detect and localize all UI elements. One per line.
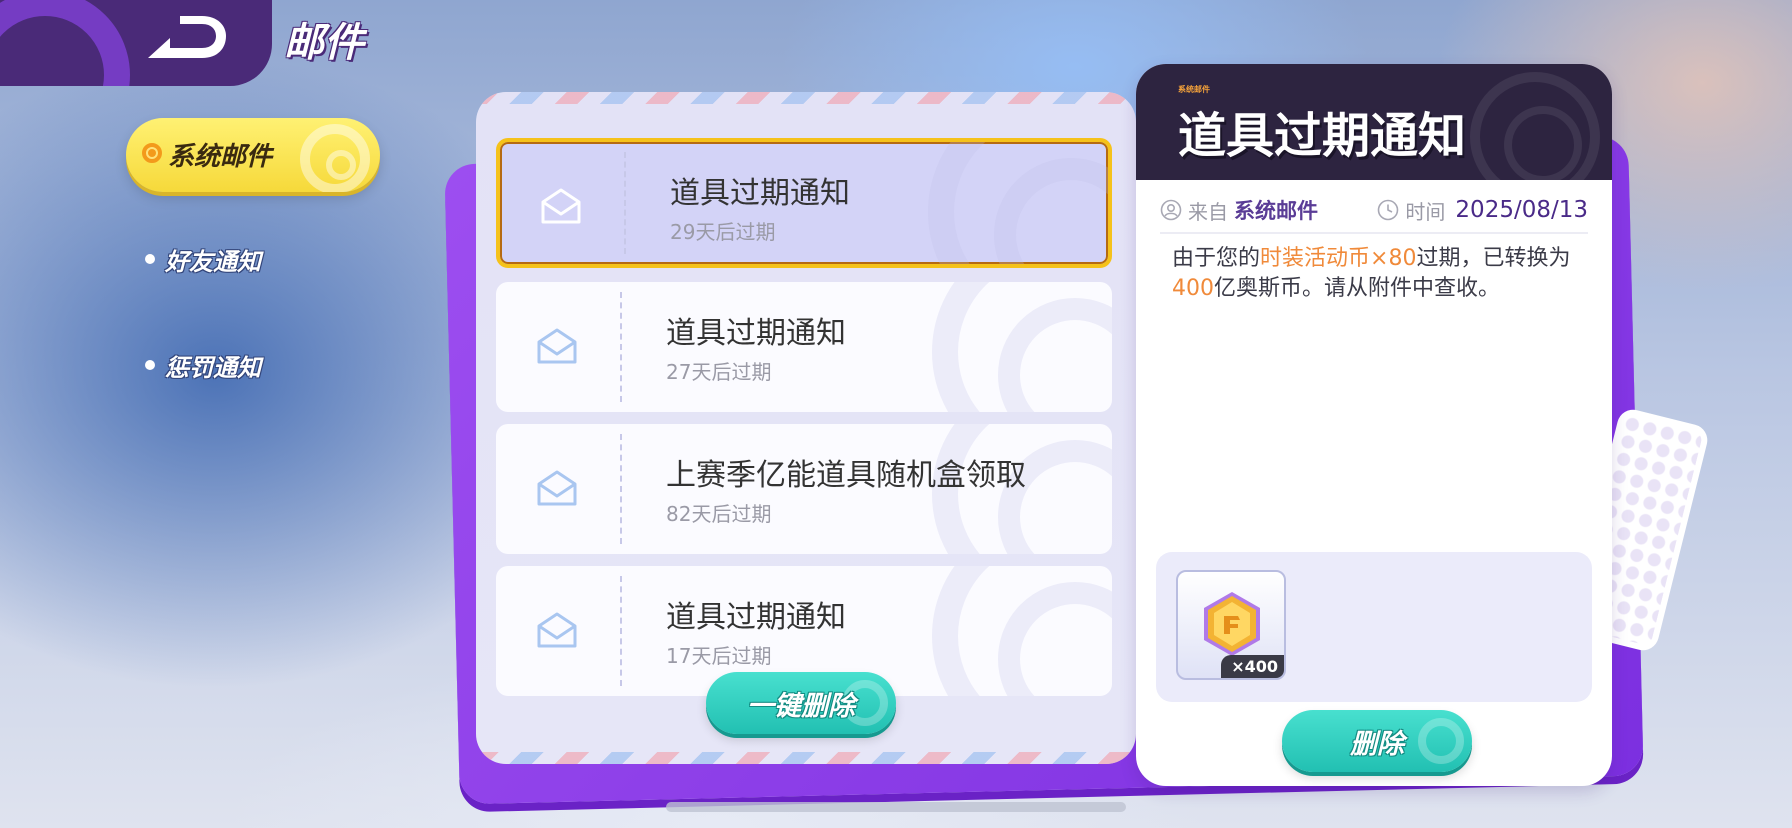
mail-title: 上赛季亿能道具随机盒领取 — [666, 458, 1026, 493]
rings-decoration — [932, 566, 1112, 696]
detail-title: 道具过期通知 — [1178, 108, 1467, 164]
attachment-box: ×400 — [1156, 552, 1592, 702]
rings-decoration — [1470, 72, 1600, 180]
dashed-divider — [620, 292, 622, 402]
tab-system-mail[interactable]: 系统邮件 — [126, 118, 380, 192]
time-value: 2025/08/13 — [1455, 197, 1588, 223]
time-label: 时间 — [1405, 199, 1446, 224]
body-text: 亿奥斯币。请从附件中查收。 — [1214, 276, 1501, 301]
mail-title: 道具过期通知 — [666, 600, 846, 635]
pokeball-decoration-icon — [1418, 718, 1464, 764]
pokeball-decoration-icon — [300, 124, 370, 192]
tab-penalty-notice[interactable]: 惩罚通知 — [145, 348, 261, 382]
clock-icon — [1378, 199, 1399, 221]
header-bar — [0, 0, 272, 86]
mail-expire: 82天后过期 — [666, 502, 772, 526]
envelope-open-icon — [537, 612, 577, 648]
rings-decoration — [932, 282, 1112, 412]
bullet-icon — [145, 360, 155, 370]
attachment-item[interactable]: ×400 — [1176, 570, 1286, 680]
detail-header: 系统邮件 道具过期通知 — [1136, 64, 1612, 180]
mail-body: 由于您的时装活动币×80过期，已转换为 400亿奥斯币。请从附件中查收。 — [1172, 244, 1582, 304]
mail-expire: 17天后过期 — [666, 644, 772, 668]
envelope-open-icon — [541, 188, 581, 224]
dashed-divider — [624, 152, 626, 254]
pokeball-icon — [142, 143, 162, 163]
mail-expire: 29天后过期 — [670, 220, 776, 244]
airmail-border — [476, 752, 1136, 764]
delete-button[interactable]: 删除 — [1282, 710, 1472, 772]
scrollbar[interactable] — [666, 802, 1126, 812]
tab-label: 好友通知 — [165, 247, 261, 276]
mail-detail-panel: 系统邮件 道具过期通知 来自 系统邮件 时间 2025/08/13 由于您的时装… — [1136, 64, 1612, 786]
tab-label: 惩罚通知 — [165, 353, 261, 382]
meta-row: 来自 系统邮件 时间 2025/08/13 — [1160, 188, 1588, 234]
from-value: 系统邮件 — [1234, 199, 1318, 223]
back-button[interactable] — [140, 14, 232, 66]
body-text: 由于您的 — [1172, 246, 1261, 271]
mail-title: 道具过期通知 — [666, 316, 846, 351]
page-title: 邮件 — [284, 20, 364, 66]
body-highlight: 时装活动币×80 — [1260, 246, 1417, 271]
mail-item[interactable]: 道具过期通知 29天后过期 — [496, 138, 1112, 268]
rings-decoration — [928, 142, 1108, 264]
detail-tag: 系统邮件 — [1178, 85, 1210, 94]
dashed-divider — [620, 576, 622, 686]
from-label: 来自 — [1188, 199, 1228, 224]
tab-friend-notice[interactable]: 好友通知 — [145, 242, 261, 276]
button-label: 一键删除 — [747, 690, 855, 722]
mail-list[interactable]: 道具过期通知 29天后过期 道具过期通知 27天后过期 上赛季亿能道具随机盒领取… — [496, 138, 1112, 742]
tab-label: 系统邮件 — [168, 142, 273, 172]
attachment-quantity: ×400 — [1221, 655, 1284, 678]
header-decoration — [0, 0, 130, 86]
mail-item[interactable]: 上赛季亿能道具随机盒领取 82天后过期 — [496, 424, 1112, 554]
mail-item[interactable]: 道具过期通知 27天后过期 — [496, 282, 1112, 412]
airmail-border — [476, 92, 1136, 104]
delete-all-button[interactable]: 一键删除 — [706, 672, 896, 734]
body-highlight: 400 — [1172, 276, 1214, 301]
mail-list-panel: 道具过期通知 29天后过期 道具过期通知 27天后过期 上赛季亿能道具随机盒领取… — [476, 92, 1136, 764]
button-label: 删除 — [1350, 728, 1404, 760]
body-text: 过期，已转换为 — [1416, 246, 1571, 271]
envelope-open-icon — [537, 328, 577, 364]
back-arrow-icon — [148, 16, 226, 58]
envelope-open-icon — [537, 470, 577, 506]
coin-icon — [1204, 592, 1260, 656]
user-icon — [1160, 199, 1182, 221]
bullet-icon — [145, 254, 155, 264]
mail-title: 道具过期通知 — [670, 176, 850, 211]
dashed-divider — [620, 434, 622, 544]
mail-expire: 27天后过期 — [666, 360, 772, 384]
